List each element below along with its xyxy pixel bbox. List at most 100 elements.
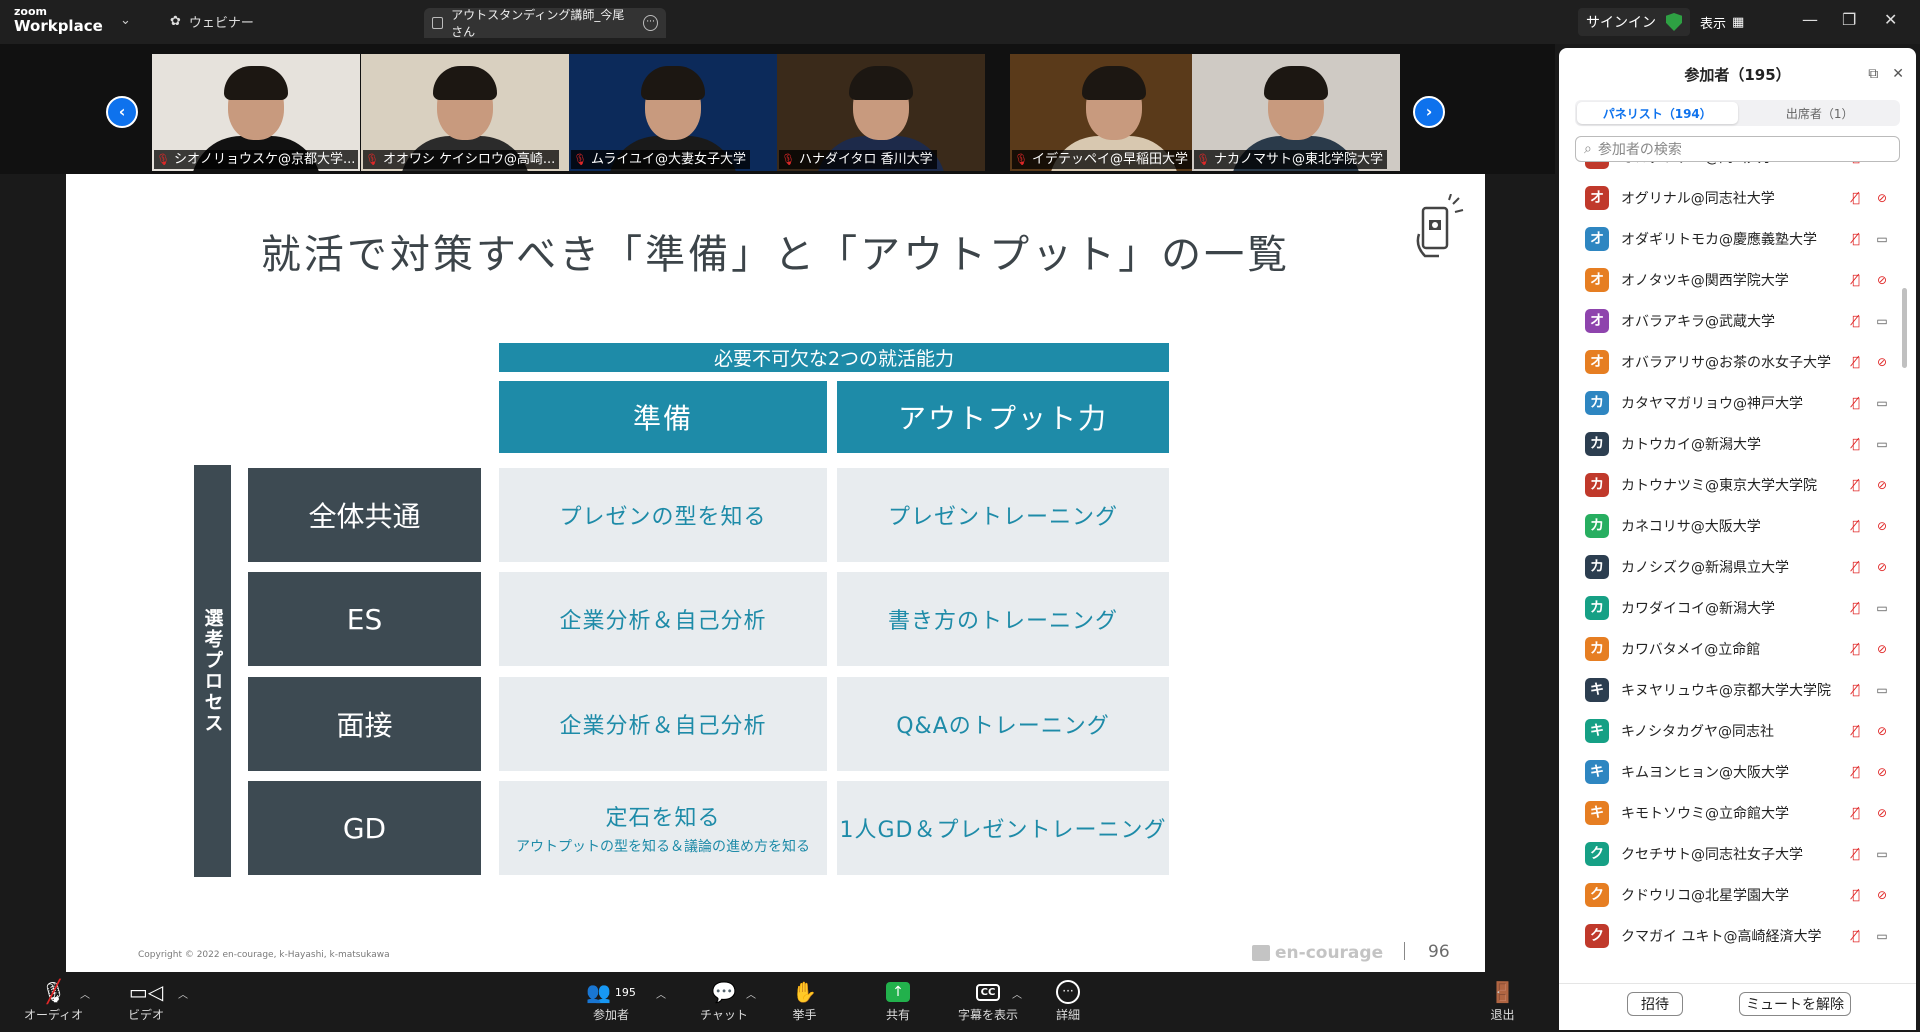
mic-muted-icon[interactable]: 🎙̸ [1846,560,1866,575]
participant-row[interactable]: オオバラアリサ@お茶の水女子大学 🎙̸ ⊘ [1585,347,1895,377]
video-camera-icon[interactable]: ▭ [1870,847,1894,861]
next-page-arrow-icon[interactable]: › [1413,96,1445,128]
minimize-icon[interactable]: — [1802,10,1818,29]
participant-row[interactable]: オオノタツキ@関西学院大学 🎙̸ ⊘ [1585,265,1895,295]
video-off-icon[interactable]: ⊘ [1870,642,1894,656]
view-button[interactable]: 表示 ▦ [1700,8,1744,36]
participant-row[interactable]: カカノシズク@新潟県立大学 🎙̸ ⊘ [1585,552,1895,582]
chevron-down-icon[interactable]: ⌄ [120,13,131,28]
mic-muted-icon[interactable]: 🎙̸ [1846,314,1866,329]
mic-muted-icon[interactable]: 🎙̸ [1846,601,1866,616]
audio-caret-icon[interactable]: ︿ [80,986,90,1001]
participant-row[interactable]: キキヌヤリュウキ@京都大学大学院 🎙̸ ▭ [1585,675,1895,705]
participant-row[interactable]: カカトウカイ@新潟大学 🎙̸ ▭ [1585,429,1895,459]
video-button[interactable]: ▭◁ ビデオ [128,978,164,1023]
chat-icon: 💬 [711,980,737,1004]
video-camera-icon[interactable]: ▭ [1870,929,1894,943]
mic-muted-icon[interactable]: 🎙̸ [1846,437,1866,452]
chat-button[interactable]: 💬 チャット [700,978,748,1023]
participant-row[interactable]: キキモトソウミ@立命館大学 🎙̸ ⊘ [1585,798,1895,828]
unmute-button[interactable]: ミュートを解除 [1739,992,1851,1016]
video-off-icon[interactable]: ⊘ [1870,273,1894,287]
participant-row[interactable]: オオグリナル@同志社大学 🎙̸ ⊘ [1585,183,1895,213]
participant-row[interactable]: キキムヨンヒョン@大阪大学 🎙̸ ⊘ [1585,757,1895,787]
mic-muted-icon[interactable]: 🎙̸ [1846,765,1866,780]
video-camera-icon[interactable]: ▭ [1870,314,1894,328]
participant-row[interactable]: オオバラアキラ@武蔵大学 🎙̸ ▭ [1585,306,1895,336]
video-tile[interactable]: 🎙 ハナダイタロ 香川大学 [777,54,985,171]
video-camera-icon[interactable]: ▭ [1870,683,1894,697]
mic-muted-icon[interactable]: 🎙̸ [1846,519,1866,534]
video-off-icon[interactable]: ⊘ [1870,806,1894,820]
mic-muted-icon[interactable]: 🎙̸ [1846,396,1866,411]
tab-panelists[interactable]: パネリスト（194） [1577,102,1738,124]
share-button[interactable]: ↑ 共有 [886,978,910,1023]
video-camera-icon[interactable]: ▭ [1870,396,1894,410]
participant-search-input[interactable]: ⌕ 参加者の検索 [1575,136,1900,162]
participant-row[interactable]: カカワダイコイ@新潟大学 🎙̸ ▭ [1585,593,1895,623]
mic-muted-icon[interactable]: 🎙̸ [1846,232,1866,247]
video-off-icon[interactable]: ⊘ [1870,478,1894,492]
video-camera-icon[interactable]: ▭ [1870,601,1894,615]
webinar-tab[interactable]: ✿ ウェビナー [170,12,254,31]
audio-button[interactable]: 🎙 ╱ オーディオ [24,978,83,1023]
video-tile[interactable]: 🎙 イデテッペイ@早稲田大学 [1010,54,1218,171]
search-icon: ⌕ [1584,141,1592,157]
invite-button[interactable]: 招待 [1627,992,1683,1016]
participant-row[interactable]: カカトウナツミ@東京大学大学院 🎙̸ ⊘ [1585,470,1895,500]
mic-muted-icon[interactable]: 🎙̸ [1846,888,1866,903]
mic-muted-icon[interactable]: 🎙̸ [1846,191,1866,206]
participant-row[interactable]: オオダギリトモカ@慶應義塾大学 🎙̸ ▭ [1585,224,1895,254]
more-icon[interactable]: ··· [643,15,658,31]
participant-row[interactable]: カカネコリサ@大阪大学 🎙̸ ⊘ [1585,511,1895,541]
video-off-icon[interactable]: ⊘ [1870,519,1894,533]
mic-muted-icon[interactable]: 🎙̸ [1846,683,1866,698]
mic-muted-icon[interactable]: 🎙̸ [1846,806,1866,821]
participant-row[interactable]: カカワバタメイ@立命館 🎙̸ ⊘ [1585,634,1895,664]
mic-muted-icon[interactable]: 🎙̸ [1846,273,1866,288]
tab-attendees[interactable]: 出席者（1） [1740,100,1901,126]
video-tile[interactable]: 🎙 ナカノマサト@東北学院大学 [1192,54,1400,171]
video-off-icon[interactable]: ⊘ [1870,888,1894,902]
leave-button[interactable]: 🚪 退出 [1490,978,1515,1023]
video-off-icon[interactable]: ⊘ [1870,355,1894,369]
mic-muted-icon[interactable]: 🎙̸ [1846,929,1866,944]
more-button[interactable]: ··· 詳細 [1056,978,1080,1023]
mic-muted-icon[interactable]: 🎙̸ [1846,724,1866,739]
participant-row[interactable]: カカタヤマガリョウ@神戸大学 🎙̸ ▭ [1585,388,1895,418]
participant-row[interactable]: ククドウリコ@北星学園大学 🎙̸ ⊘ [1585,880,1895,910]
participants-caret-icon[interactable]: ︿ [656,986,666,1001]
video-caret-icon[interactable]: ︿ [178,986,188,1001]
video-camera-icon[interactable]: ▭ [1870,437,1894,451]
avatar: カ [1585,596,1609,620]
restore-icon[interactable]: ❐ [1842,10,1856,29]
video-off-icon[interactable]: ⊘ [1870,724,1894,738]
prev-page-arrow-icon[interactable]: ‹ [106,96,138,128]
mic-muted-icon[interactable]: 🎙̸ [1846,355,1866,370]
mic-muted-icon[interactable]: 🎙̸ [1846,847,1866,862]
meeting-tab[interactable]: アウトスタンディング講師_今尾 さん ··· [424,8,666,39]
captions-caret-icon[interactable]: ︿ [1012,986,1022,1001]
mic-muted-icon[interactable]: 🎙̸ [1846,478,1866,493]
video-off-icon[interactable]: ⊘ [1870,191,1894,205]
participant-row[interactable]: ククマガイ ユキト@高崎経済大学 🎙̸ ▭ [1585,921,1895,951]
captions-button[interactable]: CC 字幕を表示 [958,978,1018,1023]
video-camera-icon[interactable]: ▭ [1870,232,1894,246]
chat-caret-icon[interactable]: ︿ [746,986,756,1001]
video-off-icon[interactable]: ⊘ [1870,560,1894,574]
panel-scrollbar[interactable] [1902,288,1907,368]
raise-hand-button[interactable]: ✋ 挙手 [792,978,817,1023]
close-panel-icon[interactable]: ✕ [1892,66,1904,82]
participant-row[interactable]: ククセチサト@同志社女子大学 🎙̸ ▭ [1585,839,1895,869]
participants-button[interactable]: 👥 195 参加者 [586,978,636,1023]
video-tile[interactable]: 🎙 オオワシ ケイシロウ@高崎... [361,54,569,171]
zoom-workplace-logo[interactable]: zoom Workplace [14,6,103,34]
video-tile[interactable]: 🎙 シオノリョウスケ@京都大学... [152,54,360,171]
mic-muted-icon[interactable]: 🎙̸ [1846,642,1866,657]
video-tile[interactable]: 🎙 ムライユイ@大妻女子大学 [569,54,777,171]
video-off-icon[interactable]: ⊘ [1870,765,1894,779]
participant-row[interactable]: キキノシタカグヤ@同志社 🎙̸ ⊘ [1585,716,1895,746]
signin-button[interactable]: サインイン [1578,8,1690,36]
popout-icon[interactable]: ⧉ [1868,66,1878,82]
close-icon[interactable]: ✕ [1884,10,1897,29]
